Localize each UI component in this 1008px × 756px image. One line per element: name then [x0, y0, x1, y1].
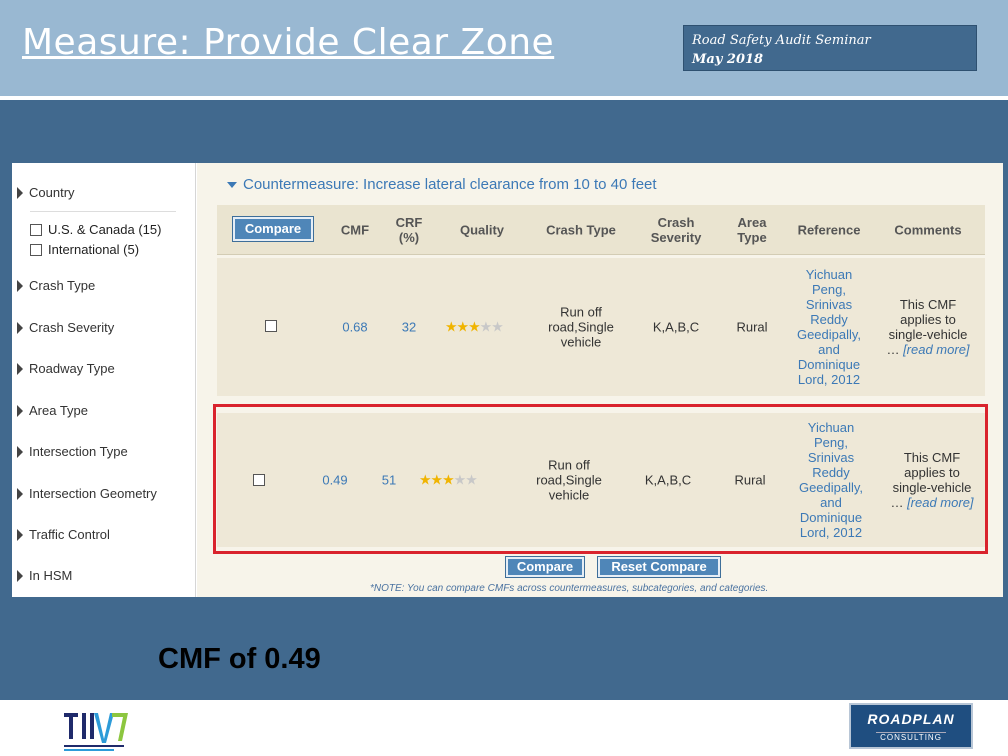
- crash-severity-value: K,A,B,C: [652, 319, 700, 335]
- read-more-link[interactable]: [read more]: [903, 342, 969, 357]
- quality-rating: ★★★★★: [445, 318, 504, 335]
- expand-triangle-icon: [17, 362, 23, 375]
- seminar-name: Road Safety Audit Seminar: [692, 33, 871, 48]
- highlight-box: [213, 404, 988, 554]
- sidebar-item-label: Country: [29, 185, 75, 200]
- expand-triangle-icon: [17, 445, 23, 458]
- column-header-comments[interactable]: Comments: [883, 222, 973, 237]
- slide-title: Measure: Provide Clear Zone: [22, 22, 555, 63]
- expand-triangle-icon: [17, 321, 23, 334]
- column-header-crash-severity[interactable]: Crash Severity: [641, 215, 711, 245]
- compare-button-top[interactable]: Compare: [232, 216, 314, 242]
- country-option-us-canada[interactable]: U.S. & Canada (15): [30, 222, 161, 237]
- sidebar-item-label: Roadway Type: [29, 361, 115, 376]
- expand-triangle-icon: [17, 569, 23, 582]
- table-row: 0.68 32 ★★★★★ Run off road,Single vehicl…: [217, 258, 985, 396]
- expand-triangle-icon: [17, 528, 23, 541]
- sidebar-item-intersection-geometry[interactable]: Intersection Geometry: [17, 486, 157, 501]
- sidebar-item-country[interactable]: Country: [17, 185, 75, 200]
- countermeasure-header[interactable]: Countermeasure: Increase lateral clearan…: [227, 176, 657, 193]
- sidebar-item-label: Intersection Type: [29, 444, 128, 459]
- expand-triangle-icon: [17, 487, 23, 500]
- checkbox[interactable]: [30, 223, 42, 236]
- crf-value: 32: [401, 319, 417, 335]
- roadplan-logo: ROADPLAN CONSULTING: [849, 703, 973, 749]
- sidebar-item-label: Crash Type: [29, 278, 96, 293]
- sidebar-item-label: Area Type: [29, 403, 89, 418]
- sidebar-item-label: Traffic Control: [29, 527, 110, 542]
- sidebar-item-label: In HSM: [29, 568, 73, 583]
- area-type-value: Rural: [736, 319, 768, 335]
- seminar-label: Road Safety Audit Seminar May 2018: [683, 25, 977, 71]
- option-label: International (5): [48, 242, 140, 257]
- sidebar-item-crash-severity[interactable]: Crash Severity: [17, 320, 114, 335]
- seminar-date: May 2018: [692, 52, 764, 67]
- option-label: U.S. & Canada (15): [48, 222, 162, 237]
- roadplan-logo-name: ROADPLAN: [867, 711, 955, 727]
- crash-type-value: Run off road,Single vehicle: [548, 304, 614, 350]
- sidebar-item-traffic-control[interactable]: Traffic Control: [17, 527, 110, 542]
- sidebar-item-intersection-type[interactable]: Intersection Type: [17, 444, 128, 459]
- column-header-area-type[interactable]: Area Type: [727, 215, 777, 245]
- filter-sidebar: Country U.S. & Canada (15) International…: [12, 163, 196, 597]
- sidebar-item-label: Intersection Geometry: [29, 486, 157, 501]
- reference-link[interactable]: Yichuan Peng, Srinivas Reddy Geedipally,…: [789, 267, 869, 387]
- column-header-cmf[interactable]: CMF: [335, 222, 375, 237]
- collapse-triangle-icon: [227, 181, 237, 188]
- compare-button-bottom[interactable]: Compare: [505, 556, 585, 578]
- expand-triangle-icon: [17, 404, 23, 417]
- checkbox[interactable]: [30, 243, 42, 256]
- country-option-international[interactable]: International (5): [30, 242, 139, 257]
- sidebar-item-in-hsm[interactable]: In HSM: [17, 568, 72, 583]
- header-divider: [0, 96, 1008, 100]
- column-header-quality[interactable]: Quality: [447, 222, 517, 237]
- cmf-value[interactable]: 0.68: [335, 320, 375, 335]
- cmf-callout: CMF of 0.49: [158, 643, 321, 675]
- sidebar-item-area-type[interactable]: Area Type: [17, 403, 88, 418]
- compare-note: *NOTE: You can compare CMFs across count…: [370, 583, 769, 594]
- sidebar-item-crash-type[interactable]: Crash Type: [17, 278, 95, 293]
- expand-triangle-icon: [17, 186, 23, 199]
- tii-logo: [64, 713, 128, 751]
- compare-checkbox[interactable]: [265, 320, 277, 332]
- comment-cell: This CMF applies to single-vehicle … [re…: [881, 297, 975, 357]
- reset-compare-button[interactable]: Reset Compare: [597, 556, 721, 578]
- expand-triangle-icon: [17, 279, 23, 292]
- sidebar-item-roadway-type[interactable]: Roadway Type: [17, 361, 115, 376]
- column-header-crash-type[interactable]: Crash Type: [535, 222, 627, 237]
- sidebar-item-label: Crash Severity: [29, 320, 115, 335]
- countermeasure-title: Countermeasure: Increase lateral clearan…: [243, 176, 657, 193]
- column-header-reference[interactable]: Reference: [789, 222, 869, 237]
- sidebar-divider: [30, 211, 176, 212]
- column-header-crf[interactable]: CRF (%): [389, 215, 429, 245]
- table-header: Compare CMF CRF (%) Quality Crash Type C…: [217, 205, 985, 255]
- roadplan-logo-subtitle: CONSULTING: [876, 732, 946, 742]
